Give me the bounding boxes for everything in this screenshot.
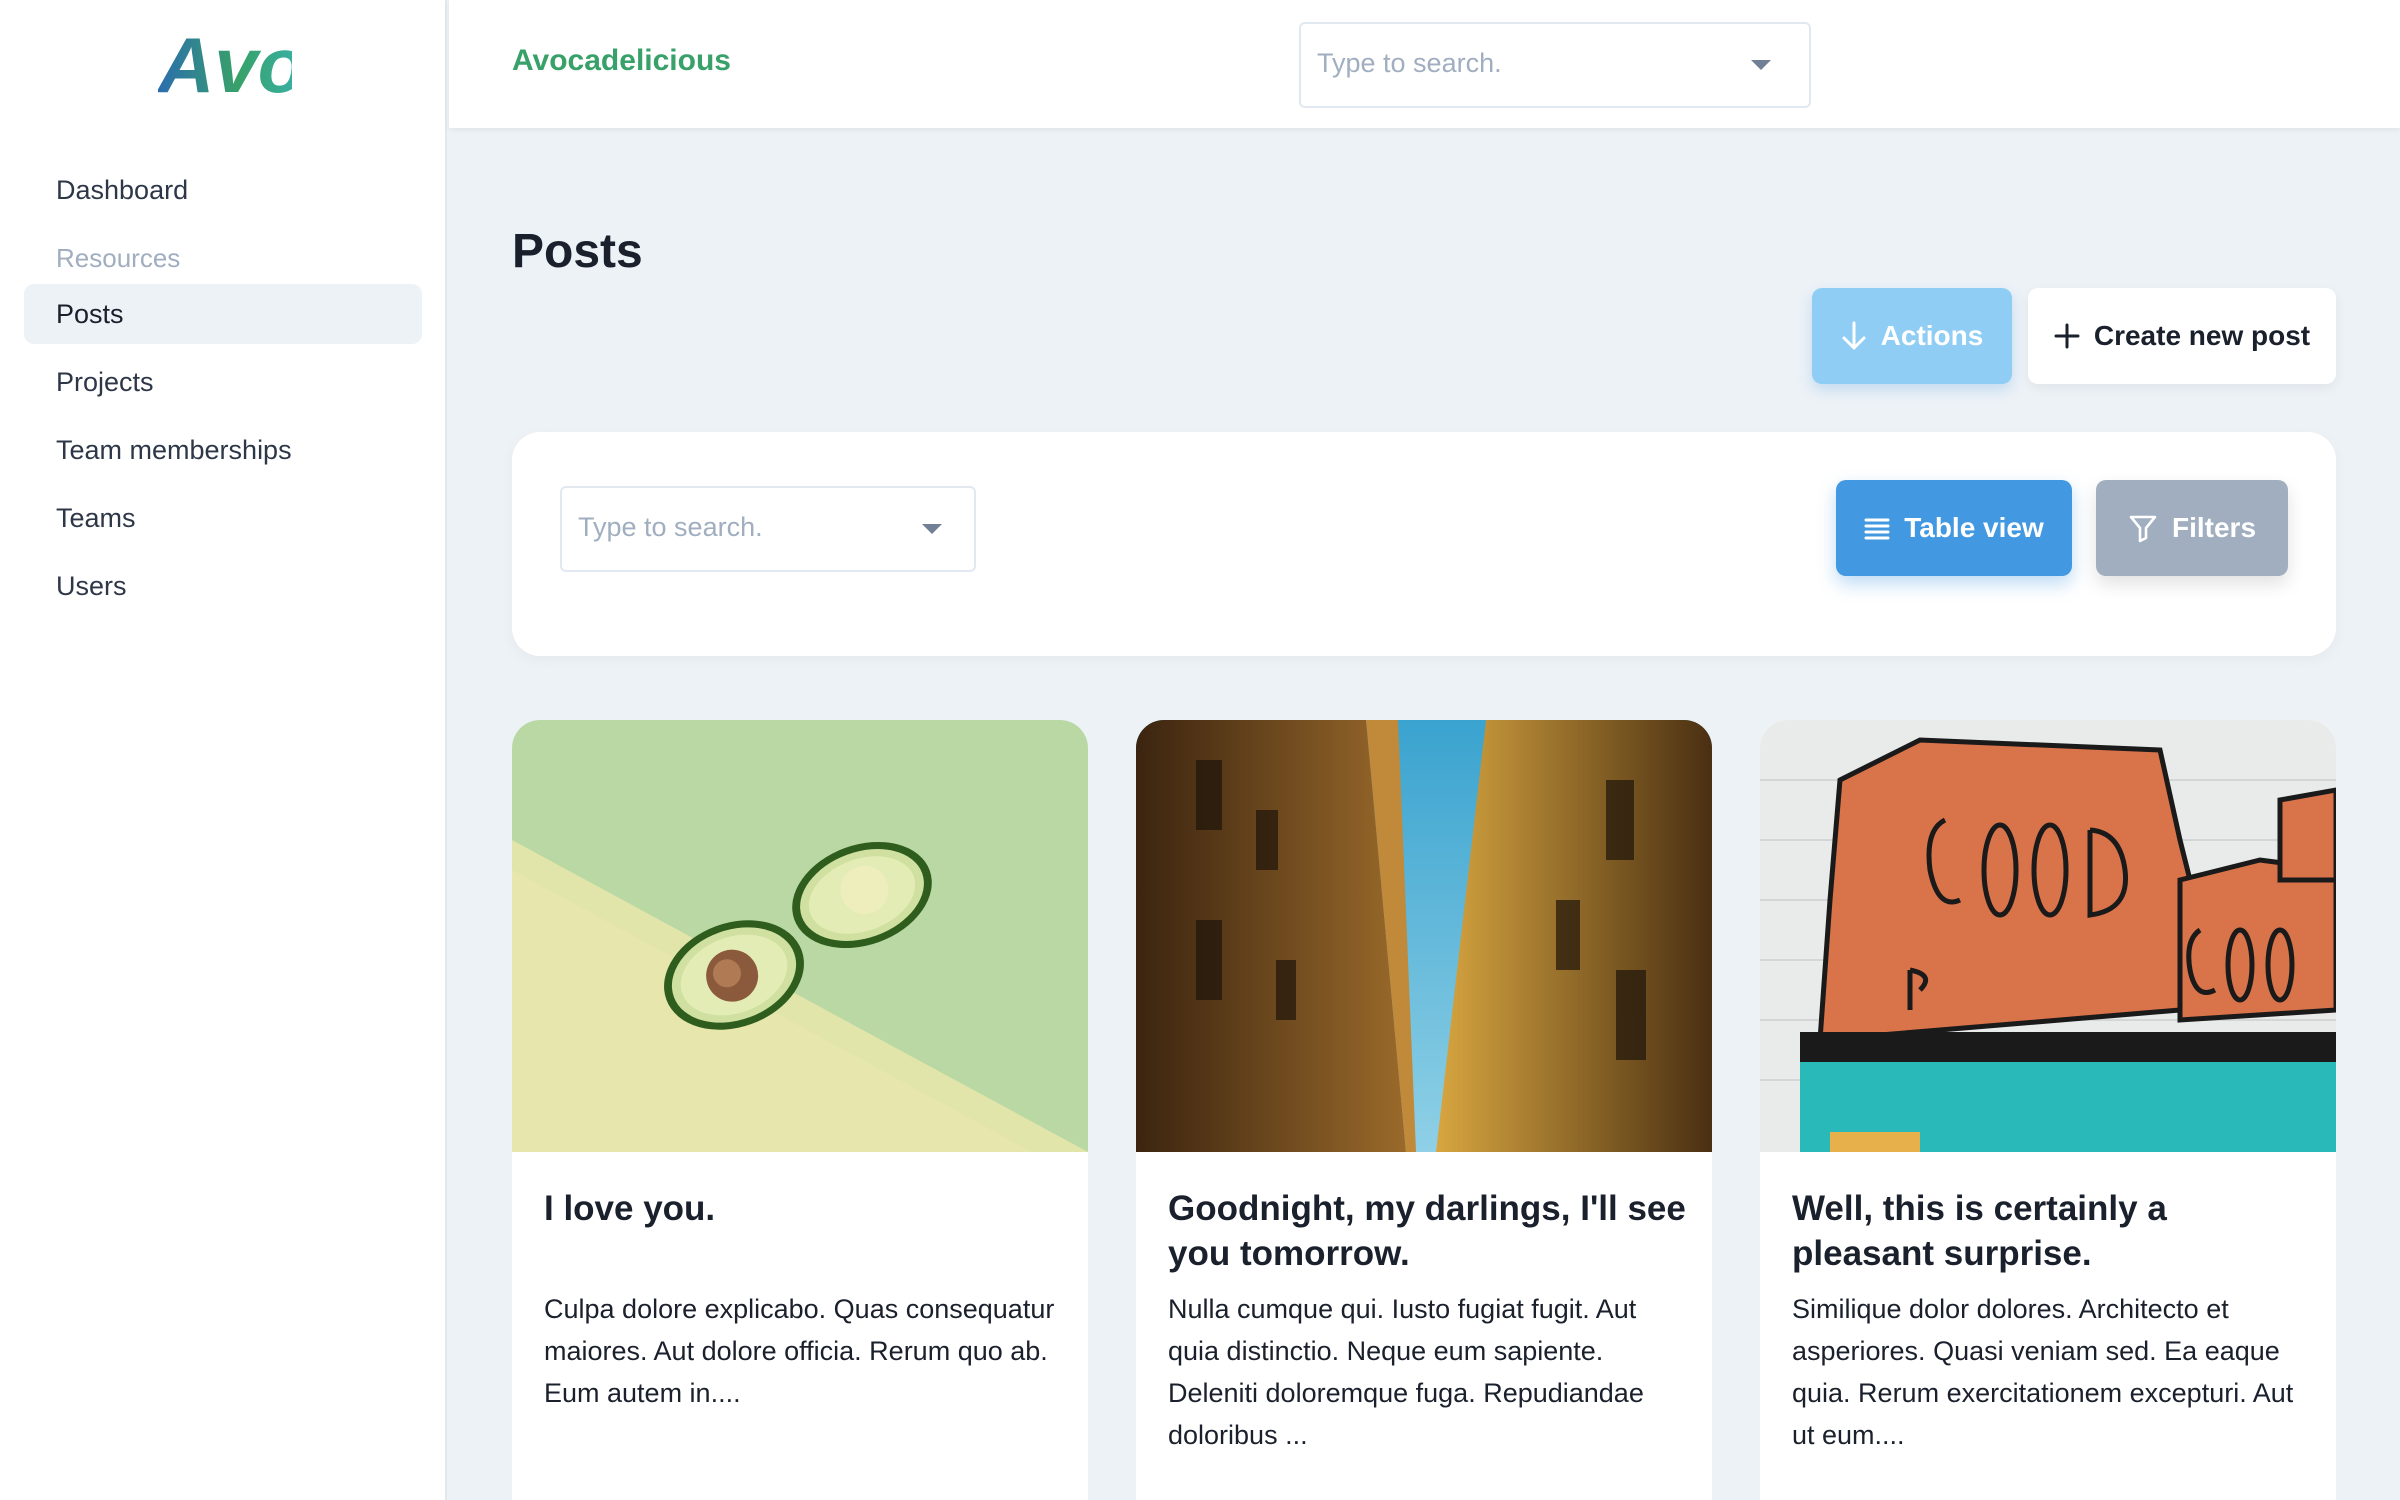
sidebar-item-dashboard[interactable]: Dashboard — [24, 160, 422, 220]
plus-icon — [2054, 323, 2080, 349]
global-search-input[interactable]: Type to search. — [1299, 22, 1811, 108]
sidebar-item-users[interactable]: Users — [24, 556, 422, 616]
resource-search-input[interactable]: Type to search. — [560, 486, 976, 572]
filters-label: Filters — [2171, 512, 2257, 543]
post-cover-image — [1136, 720, 1712, 1152]
sidebar-item-teams[interactable]: Teams — [24, 488, 422, 548]
post-excerpt: Similique dolor dolores. Architecto et a… — [1792, 1294, 2294, 1450]
create-new-post-label: Create new post — [2093, 320, 2311, 351]
post-title[interactable]: I love you. — [544, 1186, 1064, 1231]
sidebar-item-posts[interactable]: Posts — [24, 284, 422, 344]
post-excerpt: Culpa dolore explicabo. Quas consequatur… — [544, 1294, 1055, 1408]
top-header: Avocadelicious Type to search. — [449, 0, 2400, 128]
sidebar: Avo Dashboard Resources Posts Projects T… — [0, 0, 447, 1500]
actions-button[interactable]: Actions — [1812, 288, 2012, 384]
sidebar-item-team-memberships[interactable]: Team memberships — [24, 420, 422, 480]
avo-logo-mark: Avo — [156, 21, 305, 109]
chevron-down-icon — [922, 524, 942, 534]
sidebar-section-resources: Resources — [56, 243, 181, 273]
post-card[interactable]: Goodnight, my darlings, I'll see you tom… — [1136, 720, 1712, 1500]
post-title[interactable]: Well, this is certainly a pleasant surpr… — [1792, 1186, 2312, 1276]
post-card[interactable]: Well, this is certainly a pleasant surpr… — [1760, 720, 2336, 1500]
posts-grid: I love you. Culpa dolore explicabo. Quas… — [512, 720, 2336, 1500]
table-view-button[interactable]: Table view — [1836, 480, 2072, 576]
post-excerpt: Nulla cumque qui. Iusto fugiat fugit. Au… — [1168, 1294, 1644, 1450]
avo-logo[interactable]: Avo — [156, 21, 305, 109]
sidebar-item-projects[interactable]: Projects — [24, 352, 422, 412]
post-card[interactable]: I love you. Culpa dolore explicabo. Quas… — [512, 720, 1088, 1500]
page-title: Posts — [512, 225, 643, 278]
filter-bar: Type to search. Table view Filters — [512, 432, 2336, 656]
post-cover-image — [512, 720, 1088, 1152]
post-title[interactable]: Goodnight, my darlings, I'll see you tom… — [1168, 1186, 1688, 1276]
post-cover-image — [1760, 720, 2336, 1152]
create-new-post-button[interactable]: Create new post — [2028, 288, 2336, 384]
actions-label: Actions — [1880, 320, 1984, 351]
filters-button[interactable]: Filters — [2096, 480, 2288, 576]
search-placeholder: Type to search. — [1317, 48, 1502, 78]
table-view-label: Table view — [1904, 512, 2044, 543]
filter-icon — [2129, 515, 2157, 543]
app-name-link[interactable]: Avocadelicious — [512, 44, 731, 78]
chevron-down-icon — [1751, 60, 1771, 70]
list-icon — [1864, 518, 1890, 540]
arrow-down-icon — [1842, 321, 1866, 350]
sidebar-nav: Dashboard Resources Posts Projects Team … — [24, 160, 422, 624]
search-placeholder: Type to search. — [578, 512, 763, 542]
svg-text:Avo: Avo — [158, 28, 292, 100]
